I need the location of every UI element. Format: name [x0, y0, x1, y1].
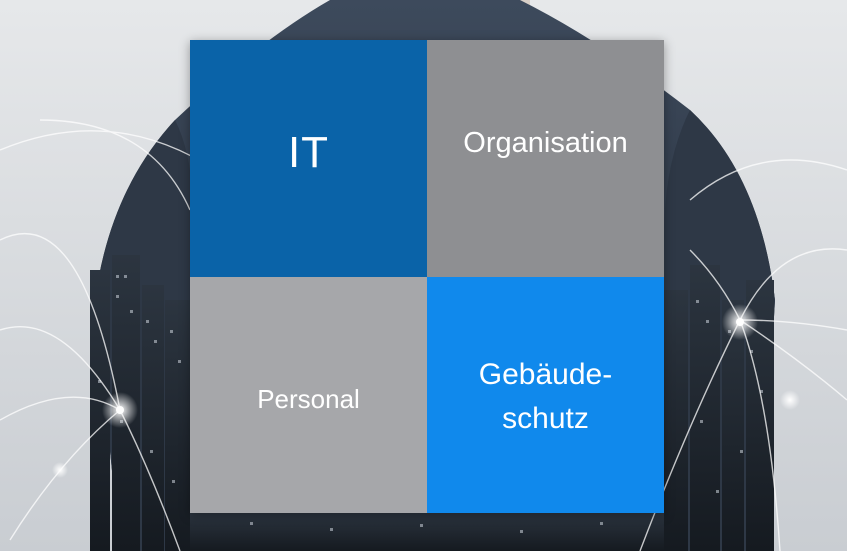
category-grid: IT Organisation Personal Gebäude- schutz — [190, 40, 664, 513]
tile-organisation-label: Organisation — [463, 127, 628, 159]
tile-gebaeudeschutz[interactable]: Gebäude- schutz — [427, 277, 664, 513]
tile-gebaeudeschutz-label: Gebäude- schutz — [479, 353, 612, 441]
tile-personal[interactable]: Personal — [190, 277, 427, 513]
tile-it[interactable]: IT — [190, 40, 427, 277]
tile-personal-label: Personal — [257, 383, 360, 414]
tile-it-label: IT — [287, 127, 330, 177]
tile-gebaeudeschutz-line1: Gebäude- — [478, 358, 613, 391]
tile-organisation[interactable]: Organisation — [427, 40, 664, 277]
slide: IT Organisation Personal Gebäude- schutz — [0, 0, 847, 551]
tile-gebaeudeschutz-line2: schutz — [502, 402, 589, 435]
